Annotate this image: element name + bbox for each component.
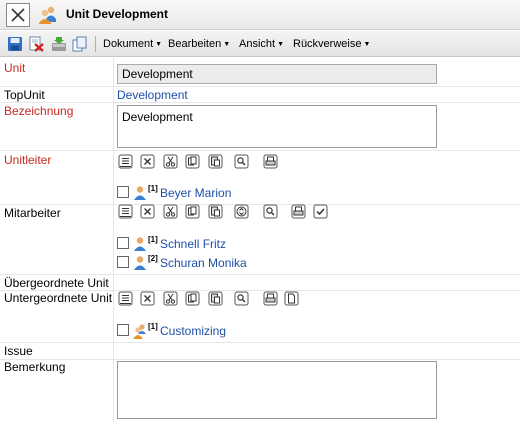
cut-icon[interactable] <box>163 204 178 219</box>
search-icon[interactable] <box>263 204 278 219</box>
toolbar: Dokument ▼ Bearbeiten ▼ Ansicht ▼ Rückverwe… <box>0 31 520 57</box>
window-title: Unit Development <box>66 7 169 21</box>
row-divider <box>0 342 520 343</box>
column-divider <box>113 58 114 422</box>
import-icon[interactable] <box>51 36 67 52</box>
title-bar: Unit Development <box>0 0 520 30</box>
topunit-label: TopUnit <box>4 88 45 102</box>
unitleiter-link[interactable]: Beyer Marion <box>160 186 231 200</box>
menu-ansicht[interactable]: Ansicht ▼ <box>239 38 284 50</box>
mitarbeiter-checkbox[interactable] <box>117 256 129 268</box>
mitarbeiter-entry: [1] Schnell Fritz <box>117 235 317 252</box>
cut-icon[interactable] <box>163 291 178 306</box>
issue-label: Issue <box>4 344 33 358</box>
order-badge: [1] <box>148 322 158 331</box>
copy-icon[interactable] <box>185 154 200 169</box>
unit-label: Unit <box>4 61 26 75</box>
select-list-icon[interactable] <box>118 204 133 219</box>
cut-icon[interactable] <box>163 154 178 169</box>
copy-document-icon[interactable] <box>72 36 88 52</box>
copy-icon[interactable] <box>185 204 200 219</box>
person-icon <box>134 186 146 200</box>
paste-icon[interactable] <box>208 291 223 306</box>
menu-bearbeiten[interactable]: Bearbeiten ▼ <box>168 38 230 50</box>
print-icon[interactable] <box>291 204 306 219</box>
remove-icon[interactable] <box>140 291 155 306</box>
chevron-down-icon: ▼ <box>155 41 163 48</box>
mitarbeiter-checkbox[interactable] <box>117 237 129 249</box>
mitarbeiter-link[interactable]: Schnell Fritz <box>160 237 226 251</box>
order-badge: [1] <box>148 184 158 193</box>
remove-icon[interactable] <box>140 204 155 219</box>
uebergeordnete-label: Übergeordnete Unit <box>4 276 109 290</box>
copy-icon[interactable] <box>185 291 200 306</box>
untergeordnete-checkbox[interactable] <box>117 324 129 336</box>
untergeordnete-entry: [1] Customizing <box>117 322 317 339</box>
topunit-link[interactable]: Development <box>117 88 188 102</box>
bezeichnung-label: Bezeichnung <box>4 104 74 118</box>
bezeichnung-textarea[interactable]: Development <box>117 105 437 148</box>
row-divider <box>0 86 520 87</box>
row-divider <box>0 359 520 360</box>
unitleiter-toolbar <box>118 154 288 170</box>
order-badge: [1] <box>148 235 158 244</box>
save-icon[interactable] <box>7 36 23 52</box>
bemerkung-label: Bemerkung <box>4 360 66 374</box>
row-divider <box>0 150 520 151</box>
untergeordnete-toolbar <box>118 291 303 307</box>
reorder-icon[interactable] <box>234 204 249 219</box>
print-icon[interactable] <box>263 154 278 169</box>
mitarbeiter-toolbar <box>118 204 333 220</box>
select-list-icon[interactable] <box>118 154 133 169</box>
mitarbeiter-entry: [2] Schuran Monika <box>117 254 317 271</box>
select-list-icon[interactable] <box>118 291 133 306</box>
chevron-down-icon: ▼ <box>277 41 285 48</box>
new-document-icon[interactable] <box>284 291 299 306</box>
person-icon <box>134 256 146 270</box>
toolbar-separator <box>95 36 96 52</box>
close-icon <box>11 8 25 22</box>
unit-field: Development <box>117 64 437 84</box>
search-icon[interactable] <box>234 154 249 169</box>
unitleiter-checkbox[interactable] <box>117 186 129 198</box>
mitarbeiter-label: Mitarbeiter <box>4 206 61 220</box>
unitleiter-entry: [1] Beyer Marion <box>117 184 317 201</box>
bemerkung-textarea[interactable] <box>117 361 437 419</box>
unit-form: Unit Development TopUnit Development Bez… <box>0 58 520 422</box>
remove-icon[interactable] <box>140 154 155 169</box>
paste-icon[interactable] <box>208 204 223 219</box>
untergeordnete-label: Untergeordnete Unit <box>4 291 113 305</box>
close-button[interactable] <box>6 3 30 27</box>
untergeordnete-link[interactable]: Customizing <box>160 324 226 338</box>
unit-group-icon <box>133 324 146 339</box>
chevron-down-icon: ▼ <box>363 41 371 48</box>
order-badge: [2] <box>148 254 158 263</box>
unitleiter-label: Unitleiter <box>4 153 52 167</box>
chevron-down-icon: ▼ <box>223 41 231 48</box>
mitarbeiter-link[interactable]: Schuran Monika <box>160 256 247 270</box>
row-divider <box>0 274 520 275</box>
unit-group-icon <box>39 6 56 24</box>
delete-document-icon[interactable] <box>28 36 44 52</box>
search-icon[interactable] <box>234 291 249 306</box>
menu-rueckverweise[interactable]: Rückverweise ▼ <box>293 38 370 50</box>
menu-dokument[interactable]: Dokument ▼ <box>103 38 162 50</box>
row-divider <box>0 102 520 103</box>
person-icon <box>134 237 146 251</box>
paste-icon[interactable] <box>208 154 223 169</box>
print-icon[interactable] <box>263 291 278 306</box>
check-icon[interactable] <box>313 204 328 219</box>
